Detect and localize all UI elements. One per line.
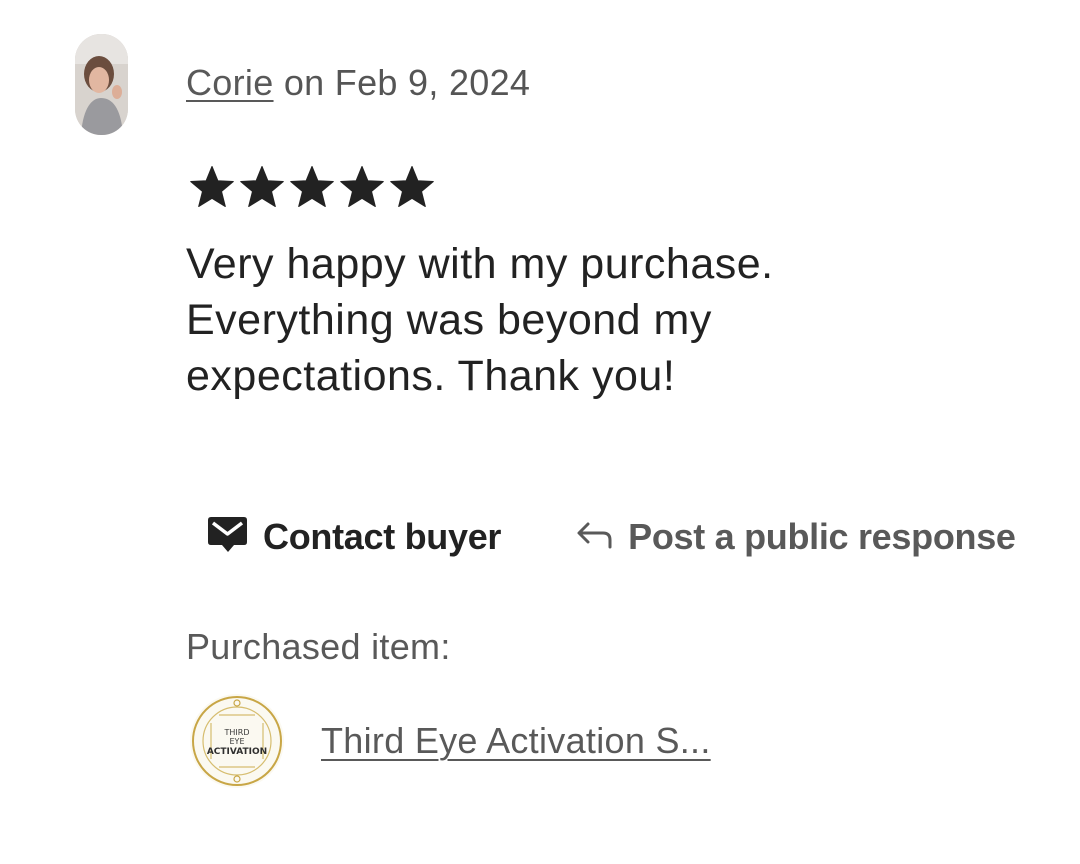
star-icon bbox=[388, 163, 436, 211]
star-icon bbox=[238, 163, 286, 211]
mail-icon bbox=[206, 514, 249, 559]
review-actions: Contact buyer Post a public response bbox=[206, 514, 1016, 559]
review-card: Corie on Feb 9, 2024 Very happy with my … bbox=[0, 0, 1080, 864]
post-public-response-label: Post a public response bbox=[628, 515, 1016, 557]
item-thumbnail[interactable]: THIRD EYE ACTIVATION bbox=[189, 693, 285, 789]
avatar[interactable] bbox=[75, 34, 128, 135]
contact-buyer-label: Contact buyer bbox=[263, 515, 502, 557]
thumb-text-activation: ACTIVATION bbox=[207, 747, 267, 757]
post-public-response-button[interactable]: Post a public response bbox=[574, 516, 1016, 558]
purchased-item-label: Purchased item: bbox=[186, 626, 451, 667]
star-icon bbox=[338, 163, 386, 211]
reply-arrow-icon bbox=[574, 517, 614, 556]
review-text: Very happy with my purchase. Everything … bbox=[186, 240, 774, 400]
buyer-name-link[interactable]: Corie bbox=[186, 62, 274, 103]
purchased-item-link[interactable]: Third Eye Activation S... bbox=[321, 720, 711, 762]
review-header: Corie on Feb 9, 2024 bbox=[186, 62, 530, 104]
contact-buyer-button[interactable]: Contact buyer bbox=[206, 514, 501, 559]
purchased-item: THIRD EYE ACTIVATION Third Eye Activatio… bbox=[189, 693, 711, 789]
star-rating bbox=[188, 163, 436, 211]
star-icon bbox=[188, 163, 236, 211]
thumb-text-eye: EYE bbox=[230, 737, 245, 746]
review-date: on Feb 9, 2024 bbox=[283, 62, 531, 103]
star-icon bbox=[288, 163, 336, 211]
thumb-text-third: THIRD bbox=[224, 728, 250, 737]
